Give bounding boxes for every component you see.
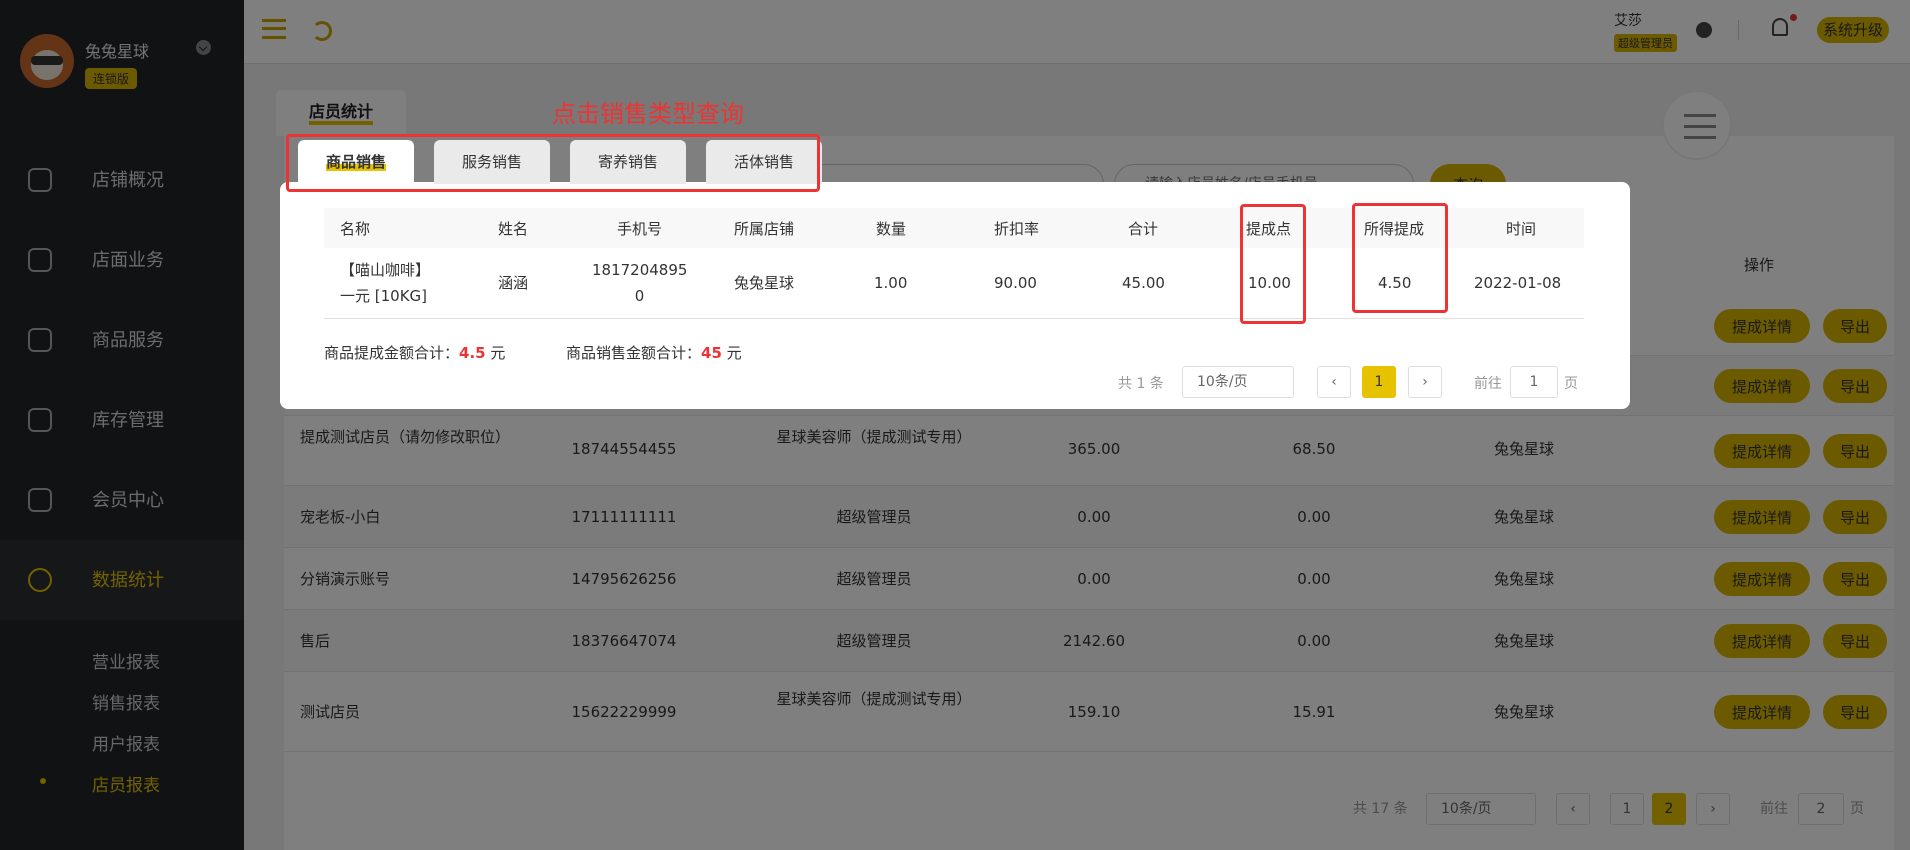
modal-prev-page-button[interactable]: ‹ — [1317, 366, 1351, 398]
col-staff-name: 姓名 — [498, 220, 529, 238]
col-discount: 折扣率 — [994, 220, 1040, 238]
col-phone: 手机号 — [617, 220, 663, 238]
modal-next-page-button[interactable]: › — [1408, 366, 1442, 398]
modal-goto-page-input[interactable]: 1 — [1510, 366, 1558, 398]
sale-date: 2022-01-08 — [1474, 274, 1562, 292]
col-product-name: 名称 — [340, 220, 371, 238]
phone-line2: 0 — [634, 287, 645, 305]
annotation-box-tabs — [286, 134, 820, 192]
col-date: 时间 — [1506, 220, 1537, 238]
product-name-line2: 一元 [10KG] — [340, 287, 428, 305]
store-name: 兔兔星球 — [734, 274, 795, 292]
annotation-box-commission — [1352, 203, 1448, 313]
discount: 90.00 — [994, 274, 1037, 292]
sales-sum: 商品销售金额合计：45 元 — [566, 344, 742, 362]
staff-name: 涵涵 — [498, 274, 529, 292]
col-store: 所属店铺 — [734, 220, 795, 238]
modal-goto-label: 前往 — [1474, 376, 1502, 392]
row-divider — [324, 318, 1584, 319]
modal-page-size-select[interactable]: 10条/页 — [1182, 366, 1294, 398]
modal-overlay[interactable] — [0, 0, 1910, 850]
modal-page-unit: 页 — [1564, 376, 1578, 392]
annotation-box-rate — [1240, 204, 1306, 324]
col-total: 合计 — [1128, 220, 1159, 238]
product-name-line1: 【喵山咖啡】 — [340, 261, 431, 279]
quantity: 1.00 — [874, 274, 908, 292]
col-quantity: 数量 — [876, 220, 907, 238]
modal-page-1-button[interactable]: 1 — [1362, 366, 1396, 398]
annotation-text: 点击销售类型查询 — [552, 100, 744, 128]
modal-pager-total: 共 1 条 — [1118, 376, 1164, 392]
commission-sum: 商品提成金额合计：4.5 元 — [324, 344, 506, 362]
phone-line1: 1817204895 — [592, 261, 688, 279]
total: 45.00 — [1122, 274, 1165, 292]
app-root: 兔兔星球 连锁版 店铺概况 店面业务 商品服务 库存管理 会员中心 数据统计 — [0, 0, 1910, 850]
